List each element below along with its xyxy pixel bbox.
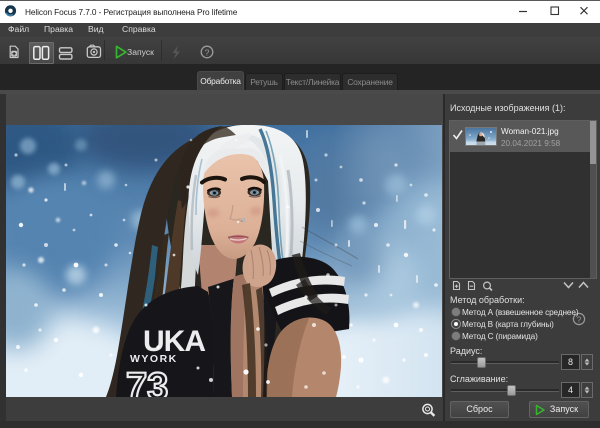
svg-text:73: 73: [126, 366, 168, 397]
svg-text:WYORK: WYORK: [130, 353, 178, 365]
svg-text:?: ?: [205, 47, 210, 57]
